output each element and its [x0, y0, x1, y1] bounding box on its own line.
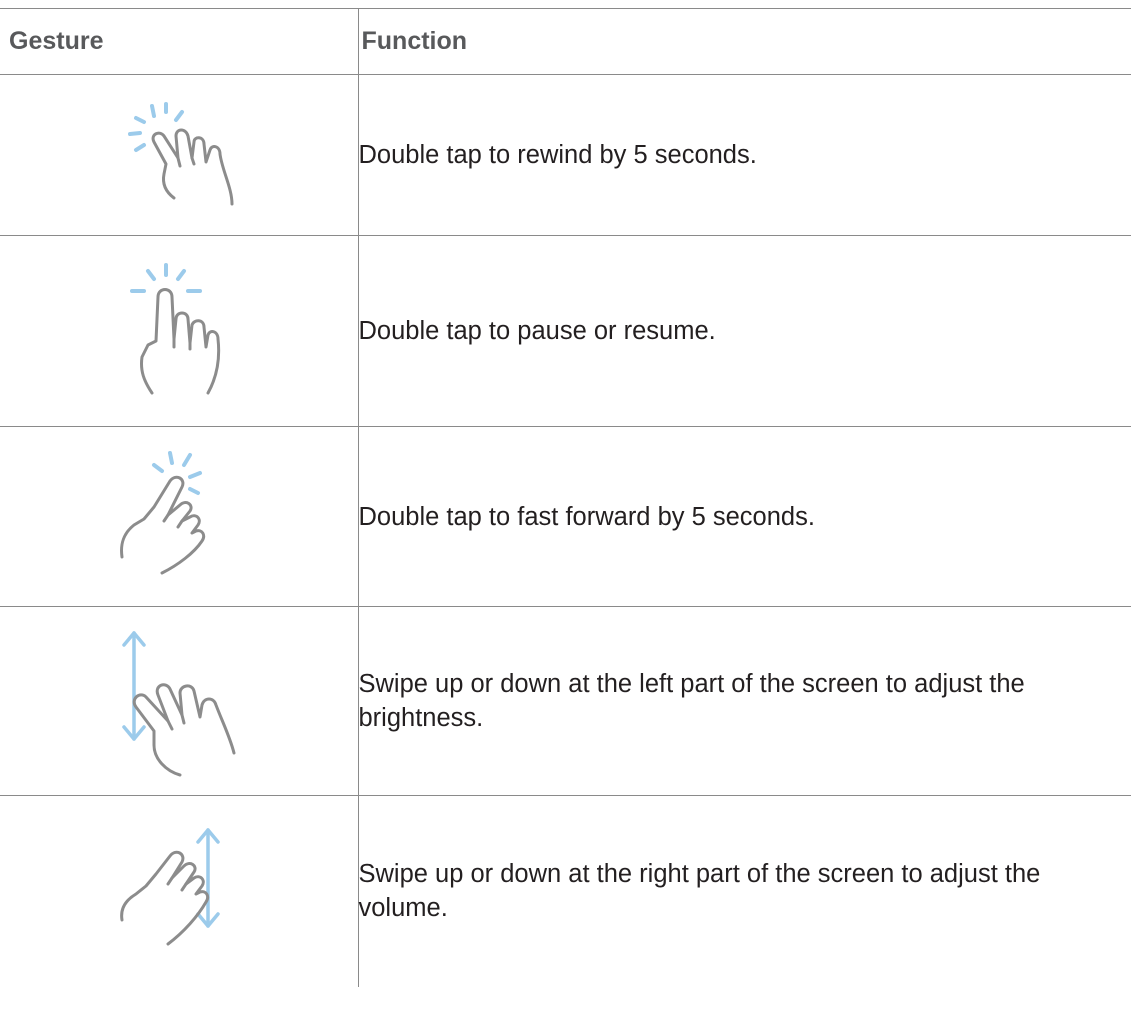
- function-cell: Double tap to pause or resume.: [357, 235, 1131, 427]
- function-cell: Double tap to rewind by 5 seconds.: [357, 74, 1131, 236]
- gesture-cell: [0, 74, 358, 236]
- table-header-row: Gesture Function: [0, 8, 1131, 75]
- function-cell: Swipe up or down at the left part of the…: [357, 606, 1131, 796]
- table-row: Double tap to rewind by 5 seconds.: [0, 74, 1131, 236]
- gesture-cell: [0, 606, 358, 796]
- gesture-cell: [0, 796, 358, 987]
- table-row: Swipe up or down at the left part of the…: [0, 606, 1131, 796]
- swipe-right-side-hand-icon: [119, 828, 220, 946]
- table-row: Double tap to pause or resume.: [0, 235, 1131, 427]
- double-tap-left-hand-icon: [127, 102, 234, 206]
- double-tap-right-hand-icon: [119, 450, 205, 574]
- gesture-cell: [0, 235, 358, 427]
- gesture-table-page: Gesture Function Double tap to rewind by…: [0, 0, 1131, 1026]
- table-row: Swipe up or down at the right part of th…: [0, 795, 1131, 987]
- function-cell: Double tap to fast forward by 5 seconds.: [357, 426, 1131, 607]
- double-tap-center-hand-icon: [129, 263, 220, 395]
- column-header-gesture: Gesture: [0, 8, 358, 75]
- table-row: Double tap to fast forward by 5 seconds.: [0, 426, 1131, 607]
- column-header-function: Function: [357, 8, 1131, 75]
- gesture-cell: [0, 426, 358, 607]
- gesture-table: Gesture Function Double tap to rewind by…: [0, 8, 1131, 987]
- function-cell: Swipe up or down at the right part of th…: [357, 795, 1131, 987]
- swipe-left-side-hand-icon: [122, 631, 236, 777]
